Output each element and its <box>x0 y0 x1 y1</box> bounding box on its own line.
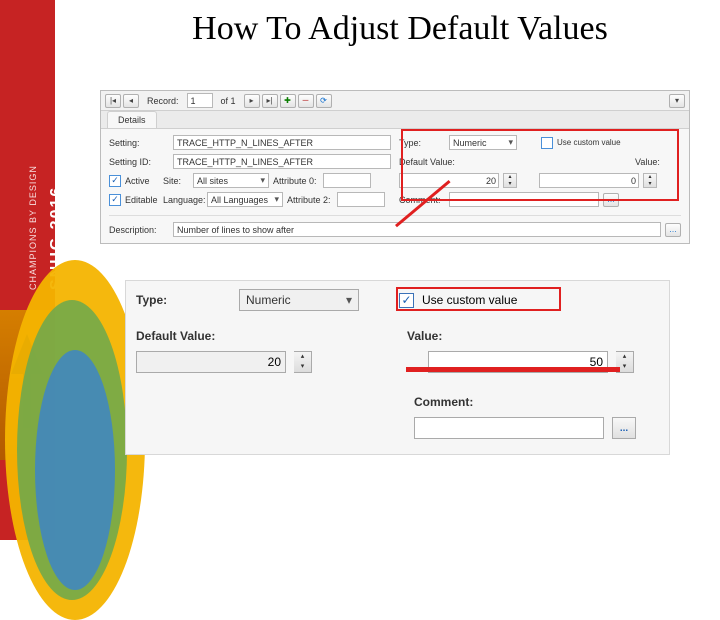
record-position[interactable]: 1 <box>187 93 213 108</box>
editable-label: Editable <box>125 195 159 205</box>
language-label: Language: <box>163 195 203 205</box>
zoom-panel: Type: Numeric Use custom value Default V… <box>125 280 670 455</box>
tab-details[interactable]: Details <box>107 111 157 128</box>
zoom-default-spinner[interactable]: ▴▾ <box>294 351 312 373</box>
editable-checkbox[interactable] <box>109 194 121 206</box>
record-label: Record: <box>147 96 179 106</box>
zoom-default-input[interactable]: 20 <box>136 351 286 373</box>
attr2-input[interactable] <box>337 192 385 207</box>
active-checkbox[interactable] <box>109 175 121 187</box>
language-select[interactable]: All Languages <box>207 192 283 207</box>
record-navigator: |◂ ◂ Record: 1 of 1 ▸ ▸| ✚ － ⟳ ▾ <box>101 91 689 111</box>
setting-id-input[interactable]: TRACE_HTTP_N_LINES_AFTER <box>173 154 391 169</box>
settings-panel: |◂ ◂ Record: 1 of 1 ▸ ▸| ✚ － ⟳ ▾ Details… <box>100 90 690 244</box>
zoom-comment-input[interactable] <box>414 417 604 439</box>
nav-prev-icon[interactable]: ◂ <box>123 94 139 108</box>
zoom-default-label: Default Value: <box>136 329 231 343</box>
zoom-value-label: Value: <box>407 329 457 343</box>
banner-title: SNUG 2016 <box>48 186 66 290</box>
record-of: of 1 <box>221 96 236 106</box>
zoom-comment-label: Comment: <box>414 395 484 409</box>
site-select[interactable]: All sites <box>193 173 269 188</box>
attr0-label: Attribute 0: <box>273 176 319 186</box>
setting-label: Setting: <box>109 138 169 148</box>
setting-id-label: Setting ID: <box>109 157 169 167</box>
nav-delete-icon[interactable]: － <box>298 94 314 108</box>
attr0-input[interactable] <box>323 173 371 188</box>
nav-refresh-icon[interactable]: ⟳ <box>316 94 332 108</box>
nav-add-icon[interactable]: ✚ <box>280 94 296 108</box>
torch-graphic <box>0 310 55 460</box>
nav-last-icon[interactable]: ▸| <box>262 94 278 108</box>
active-label: Active <box>125 176 159 186</box>
zoom-type-label: Type: <box>136 293 231 307</box>
zoom-underline <box>406 367 620 372</box>
zoom-type-select[interactable]: Numeric <box>239 289 359 311</box>
banner-subtitle: CHAMPIONS BY DESIGN <box>28 165 38 290</box>
description-label: Description: <box>109 225 169 235</box>
nav-first-icon[interactable]: |◂ <box>105 94 121 108</box>
tab-bar: Details <box>101 111 689 129</box>
zoom-highlight-box <box>396 287 561 311</box>
nav-next-icon[interactable]: ▸ <box>244 94 260 108</box>
setting-input[interactable]: TRACE_HTTP_N_LINES_AFTER <box>173 135 391 150</box>
nav-expand-icon[interactable]: ▾ <box>669 94 685 108</box>
site-label: Site: <box>163 176 189 186</box>
swoosh-graphic <box>55 0 135 540</box>
page-title: How To Adjust Default Values <box>120 10 680 48</box>
description-browse-icon[interactable]: … <box>665 223 681 237</box>
zoom-comment-browse-icon[interactable]: ... <box>612 417 636 439</box>
attr2-label: Attribute 2: <box>287 195 333 205</box>
